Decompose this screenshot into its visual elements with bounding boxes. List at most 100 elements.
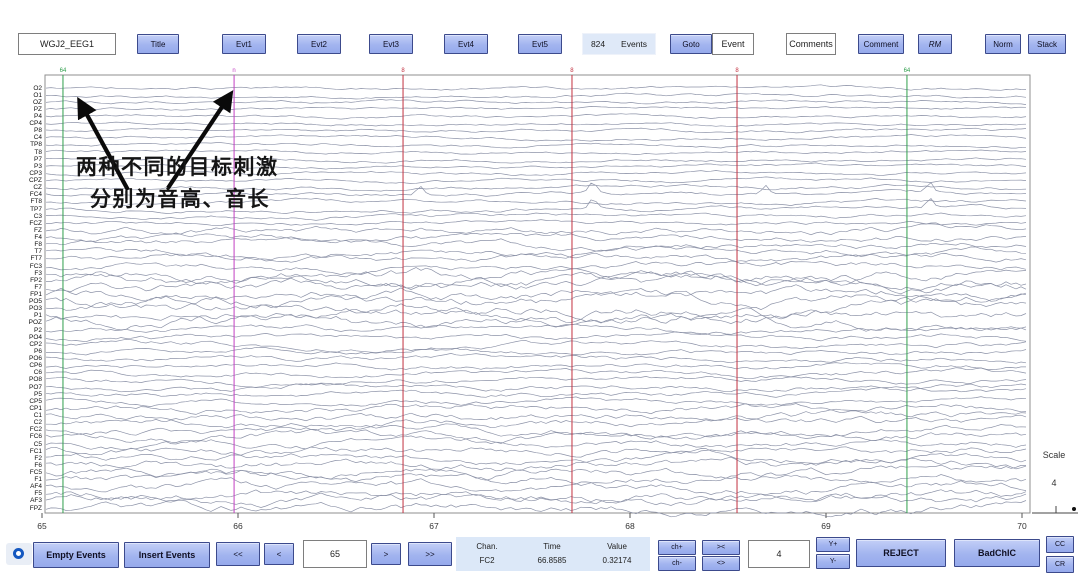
channel-label-F2: F2 bbox=[34, 455, 42, 462]
y-scale-up-button[interactable]: Y+ bbox=[816, 537, 850, 552]
eeg-trace-P8 bbox=[46, 128, 1026, 133]
event-count-panel: 824 Events bbox=[582, 33, 656, 55]
channel-label-CP4: CP4 bbox=[29, 120, 42, 127]
eeg-trace-PO4 bbox=[46, 332, 1026, 342]
eeg-trace-CP2 bbox=[46, 339, 1026, 352]
evt4-button[interactable]: Evt4 bbox=[444, 34, 488, 54]
channel-label-TP8: TP8 bbox=[30, 141, 42, 148]
channel-minus-button[interactable]: ch- bbox=[658, 556, 696, 571]
event-count-value: 824 bbox=[591, 39, 605, 49]
channel-label-O1: O1 bbox=[33, 92, 42, 99]
page-rewind-button[interactable]: << bbox=[216, 542, 260, 566]
channel-label-column: O2O1OZPZP4CP4P8C4TP8T8P7P3CP3CPZCZFC4FT8… bbox=[0, 0, 44, 582]
readout-header-time: Time bbox=[543, 542, 560, 551]
eeg-trace-PO5 bbox=[46, 289, 1026, 310]
channel-label-POZ: POZ bbox=[29, 319, 42, 326]
record-icon[interactable] bbox=[13, 548, 24, 559]
window-narrow-button[interactable]: >< bbox=[702, 540, 740, 555]
channel-label-FC1: FC1 bbox=[30, 448, 42, 455]
channel-label-FT7: FT7 bbox=[30, 255, 42, 262]
eeg-plot-area[interactable]: 64n88864656667686970 bbox=[0, 0, 1080, 582]
cursor-readout-table: Chan. Time Value FC2 66.8585 0.32174 bbox=[456, 537, 650, 571]
channel-label-PO4: PO4 bbox=[29, 334, 42, 341]
record-indicator-bg bbox=[6, 543, 32, 565]
channel-label-T7: T7 bbox=[34, 248, 42, 255]
event-marker-label: 8 bbox=[735, 68, 739, 74]
channel-label-P8: P8 bbox=[34, 127, 42, 134]
evt2-button[interactable]: Evt2 bbox=[297, 34, 341, 54]
norm-button[interactable]: Norm bbox=[985, 34, 1021, 54]
eeg-trace-F2 bbox=[46, 449, 1026, 465]
channel-label-CP5: CP5 bbox=[29, 398, 42, 405]
channel-label-PO7: PO7 bbox=[29, 384, 42, 391]
channel-label-F8: F8 bbox=[34, 241, 42, 248]
badchic-button[interactable]: BadChIC bbox=[954, 539, 1040, 567]
page-number-field[interactable]: 65 bbox=[303, 540, 367, 568]
channel-label-PZ: PZ bbox=[34, 106, 42, 113]
eeg-trace-OZ bbox=[46, 99, 1026, 104]
eeg-trace-F1 bbox=[46, 469, 1026, 485]
channel-label-PO6: PO6 bbox=[29, 355, 42, 362]
eeg-trace-F7 bbox=[46, 273, 1026, 294]
event-marker-label: 64 bbox=[60, 68, 67, 74]
window-size-field[interactable]: 4 bbox=[748, 540, 810, 568]
readout-header-chan: Chan. bbox=[476, 542, 497, 551]
cr-button[interactable]: CR bbox=[1046, 556, 1074, 573]
eeg-trace-AF3 bbox=[46, 492, 1026, 508]
channel-label-C5: C5 bbox=[34, 441, 42, 448]
channel-label-PO3: PO3 bbox=[29, 305, 42, 312]
stack-button[interactable]: Stack bbox=[1028, 34, 1066, 54]
dataset-name-field[interactable]: WGJ2_EEG1 bbox=[18, 33, 116, 55]
axis-tick-label: 67 bbox=[429, 521, 439, 531]
annotation-text-line1: 两种不同的目标刺激 bbox=[76, 151, 279, 181]
eeg-trace-P5 bbox=[46, 387, 1026, 398]
channel-label-T8: T8 bbox=[34, 149, 42, 156]
channel-label-CP2: CP2 bbox=[29, 341, 42, 348]
channel-label-P2: P2 bbox=[34, 327, 42, 334]
eeg-trace-P4 bbox=[46, 114, 1026, 119]
channel-label-C2: C2 bbox=[34, 419, 42, 426]
eeg-trace-CP1 bbox=[46, 404, 1026, 415]
channel-label-CP1: CP1 bbox=[29, 405, 42, 412]
reject-button[interactable]: REJECT bbox=[856, 539, 946, 567]
channel-label-F1: F1 bbox=[34, 476, 42, 483]
comment-button[interactable]: Comment bbox=[858, 34, 904, 54]
scale-bar-dot bbox=[1072, 507, 1076, 511]
empty-events-button[interactable]: Empty Events bbox=[33, 542, 119, 568]
readout-time-value: 66.8585 bbox=[538, 556, 567, 565]
channel-label-O2: O2 bbox=[33, 85, 42, 92]
window-widen-button[interactable]: <> bbox=[702, 556, 740, 571]
readout-chan-value: FC2 bbox=[479, 556, 494, 565]
insert-events-button[interactable]: Insert Events bbox=[124, 542, 210, 568]
comments-field[interactable]: Comments bbox=[786, 33, 836, 55]
evt3-button[interactable]: Evt3 bbox=[369, 34, 413, 54]
channel-label-C4: C4 bbox=[34, 134, 42, 141]
channel-label-FPZ: FPZ bbox=[30, 505, 42, 512]
title-button[interactable]: Title bbox=[137, 34, 179, 54]
eeg-trace-C4 bbox=[46, 135, 1026, 142]
evt1-button[interactable]: Evt1 bbox=[222, 34, 266, 54]
eeg-trace-F6 bbox=[46, 457, 1026, 471]
channel-plus-button[interactable]: ch+ bbox=[658, 540, 696, 555]
page-ffwd-button[interactable]: >> bbox=[408, 542, 452, 566]
channel-label-P6: P6 bbox=[34, 348, 42, 355]
channel-label-P5: P5 bbox=[34, 391, 42, 398]
channel-label-FCZ: FCZ bbox=[29, 220, 42, 227]
channel-label-PO8: PO8 bbox=[29, 376, 42, 383]
channel-label-CPZ: CPZ bbox=[29, 177, 42, 184]
evt5-button[interactable]: Evt5 bbox=[518, 34, 562, 54]
scale-value: 4 bbox=[1032, 478, 1076, 488]
channel-label-F4: F4 bbox=[34, 234, 42, 241]
page-forward-button[interactable]: > bbox=[371, 543, 401, 565]
channel-label-F5: F5 bbox=[34, 490, 42, 497]
rm-button[interactable]: RM bbox=[918, 34, 952, 54]
event-field[interactable]: Event bbox=[712, 33, 754, 55]
y-scale-down-button[interactable]: Y- bbox=[816, 554, 850, 569]
page-back-button[interactable]: < bbox=[264, 543, 294, 565]
event-marker-label: 8 bbox=[570, 68, 574, 74]
channel-label-C6: C6 bbox=[34, 369, 42, 376]
cc-button[interactable]: CC bbox=[1046, 536, 1074, 553]
eeg-trace-AF4 bbox=[46, 478, 1026, 495]
goto-button[interactable]: Goto bbox=[670, 34, 712, 54]
channel-label-FP2: FP2 bbox=[30, 277, 42, 284]
